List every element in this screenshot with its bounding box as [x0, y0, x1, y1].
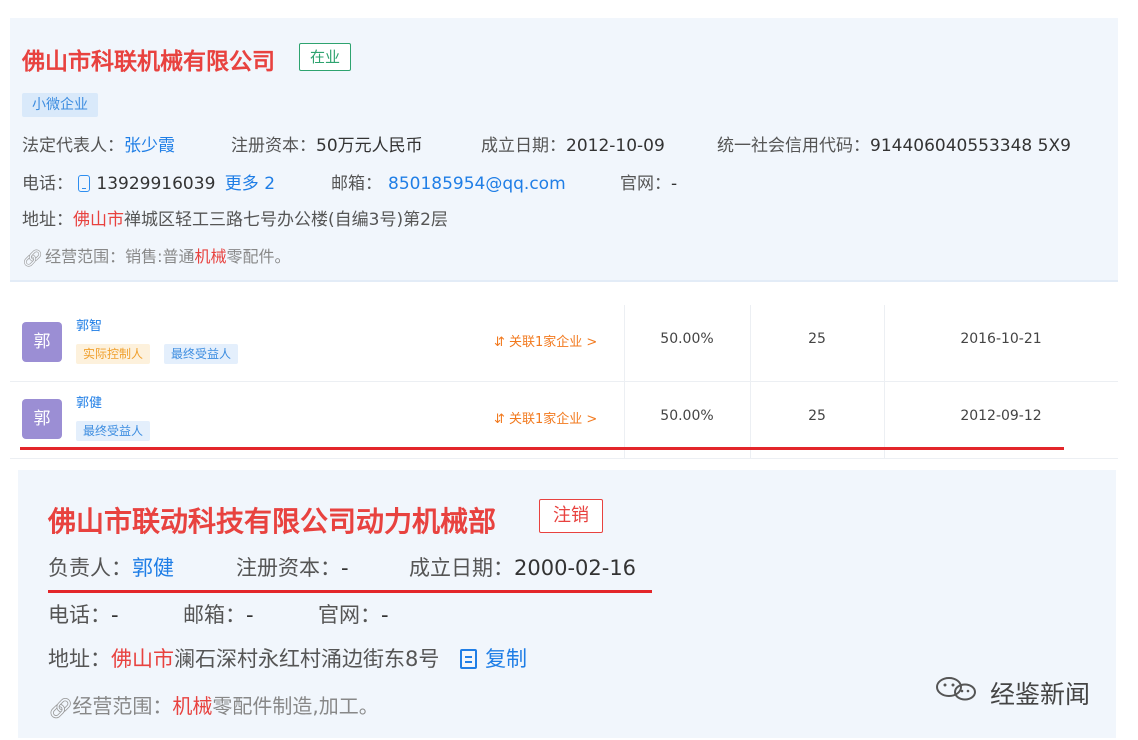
company-1-address: 地址：佛山市禅城区轻工三路七号办公楼(自编3号)第2层 — [22, 205, 448, 230]
website-label: 官网： — [620, 174, 671, 194]
capital-value: 50万元人民币 — [316, 136, 423, 156]
capital-value: - — [341, 556, 349, 580]
company-1-status-badge: 在业 — [299, 43, 352, 71]
share-date: 2012-09-12 — [960, 408, 1042, 424]
beneficiary-tag: 最终受益人 — [76, 421, 151, 441]
red-underline-annotation — [20, 447, 1064, 450]
address-city-link[interactable]: 佛山市 — [111, 647, 174, 671]
related-icon: ⇵ — [494, 335, 510, 350]
head-label: 负责人： — [48, 556, 132, 580]
scope-label: 经营范围： — [72, 694, 173, 718]
email-label: 邮箱： — [183, 603, 246, 627]
phone-value[interactable]: 13929916039 — [96, 174, 215, 194]
company-2-head: 负责人：郭健 — [48, 552, 174, 582]
scope-label: 经营范围： — [45, 247, 126, 266]
capital-label: 注册资本： — [231, 136, 316, 156]
related-icon: ⇵ — [494, 412, 510, 427]
company-2-status-badge: 注销 — [539, 499, 603, 533]
phone-label: 电话： — [48, 603, 111, 627]
email-label: 邮箱： — [331, 174, 382, 194]
email-value: - — [246, 603, 254, 627]
related-companies-link[interactable]: ⇵ 关联1家企业 > — [494, 331, 597, 350]
company-2-name[interactable]: 佛山市联动科技有限公司动力机械部 — [48, 500, 496, 540]
founded-value: 2012-10-09 — [566, 136, 665, 156]
share-amount: 25 — [808, 331, 826, 347]
copy-icon — [460, 649, 478, 669]
divider — [10, 280, 1118, 282]
wechat-icon — [936, 677, 976, 701]
avatar: 郭 — [22, 399, 62, 439]
credit-value: 914406040553348 5X9 — [870, 136, 1071, 156]
founded-label: 成立日期： — [481, 136, 566, 156]
address-label: 地址： — [48, 647, 111, 671]
company-2-email: 邮箱：- — [183, 599, 254, 629]
company-2-founded: 成立日期：2000-02-16 — [409, 552, 636, 582]
phone-icon — [78, 175, 91, 192]
table-row: 郭 郭智 实际控制人 最终受益人 ⇵ 关联1家企业 > 50.00% 25 20… — [10, 305, 1118, 382]
watermark-text: 经鉴新闻 — [990, 680, 1091, 709]
link-icon: 🔗︎ — [22, 249, 44, 269]
company-2-capital: 注册资本：- — [236, 552, 349, 582]
legal-rep-link[interactable]: 张少霞 — [124, 136, 175, 156]
address-label: 地址： — [22, 210, 73, 230]
company-1-founded: 成立日期：2012-10-09 — [481, 131, 665, 156]
company-1-name[interactable]: 佛山市科联机械有限公司 — [22, 42, 275, 76]
website-value: - — [381, 603, 389, 627]
scope-post: 零配件。 — [226, 247, 291, 266]
share-ratio: 50.00% — [660, 408, 714, 424]
copy-button[interactable]: 复制 — [460, 647, 527, 671]
company-2-website: 官网：- — [318, 599, 389, 629]
share-ratio: 50.00% — [660, 331, 714, 347]
avatar: 郭 — [22, 322, 62, 362]
website-label: 官网： — [318, 603, 381, 627]
more-phones-link[interactable]: 更多 2 — [225, 174, 275, 194]
related-companies-link[interactable]: ⇵ 关联1家企业 > — [494, 408, 597, 427]
company-2-phone: 电话：- — [48, 599, 119, 629]
phone-label: 电话： — [22, 174, 73, 194]
credit-label: 统一社会信用代码： — [717, 136, 870, 156]
scope-post: 零配件制造,加工。 — [212, 694, 379, 718]
address-rest: 禅城区轻工三路七号办公楼(自编3号)第2层 — [124, 210, 448, 230]
legal-rep-label: 法定代表人： — [22, 136, 124, 156]
shareholder-name[interactable]: 郭智 — [76, 315, 102, 334]
copy-label: 复制 — [485, 647, 528, 671]
founded-value: 2000-02-16 — [514, 556, 637, 580]
share-amount: 25 — [808, 408, 826, 424]
related-text: 关联1家企业 > — [509, 412, 598, 427]
company-1-scope: 🔗︎ 经营范围：销售:普通机械零配件。 — [22, 243, 291, 269]
related-text: 关联1家企业 > — [509, 335, 598, 350]
company-2-scope: 🔗︎ 经营范围：机械零配件制造,加工。 — [48, 690, 379, 720]
address-rest: 澜石深村永红村涌边街东8号 — [174, 647, 440, 671]
controller-tag: 实际控制人 — [76, 344, 151, 364]
scope-keyword: 机械 — [172, 694, 213, 718]
company-2-address: 地址：佛山市澜石深村永红村涌边街东8号 复制 — [48, 643, 527, 673]
scope-keyword: 机械 — [194, 247, 227, 266]
company-1-website: 官网：- — [620, 169, 677, 194]
company-1-capital: 注册资本：50万元人民币 — [231, 131, 423, 156]
scope-pre: 销售:普通 — [125, 247, 195, 266]
company-1-size-tag: 小微企业 — [22, 93, 98, 117]
company-1-phone: 电话： 13929916039 更多 2 — [22, 169, 275, 194]
link-icon: 🔗︎ — [48, 696, 74, 720]
company-1-email: 邮箱： 850185954@qq.com — [331, 169, 566, 194]
company-1-legal-rep: 法定代表人：张少霞 — [22, 131, 175, 156]
head-link[interactable]: 郭健 — [132, 556, 174, 580]
phone-value: - — [111, 603, 119, 627]
address-city-link[interactable]: 佛山市 — [73, 210, 124, 230]
website-value: - — [671, 174, 678, 194]
share-date: 2016-10-21 — [960, 331, 1042, 347]
company-1-credit-code: 统一社会信用代码：914406040553348 5X9 — [717, 131, 1071, 156]
email-link[interactable]: 850185954@qq.com — [388, 174, 566, 194]
beneficiary-tag: 最终受益人 — [164, 344, 239, 364]
capital-label: 注册资本： — [236, 556, 341, 580]
red-underline-annotation — [48, 590, 652, 593]
shareholder-name[interactable]: 郭健 — [76, 392, 102, 411]
founded-label: 成立日期： — [409, 556, 514, 580]
